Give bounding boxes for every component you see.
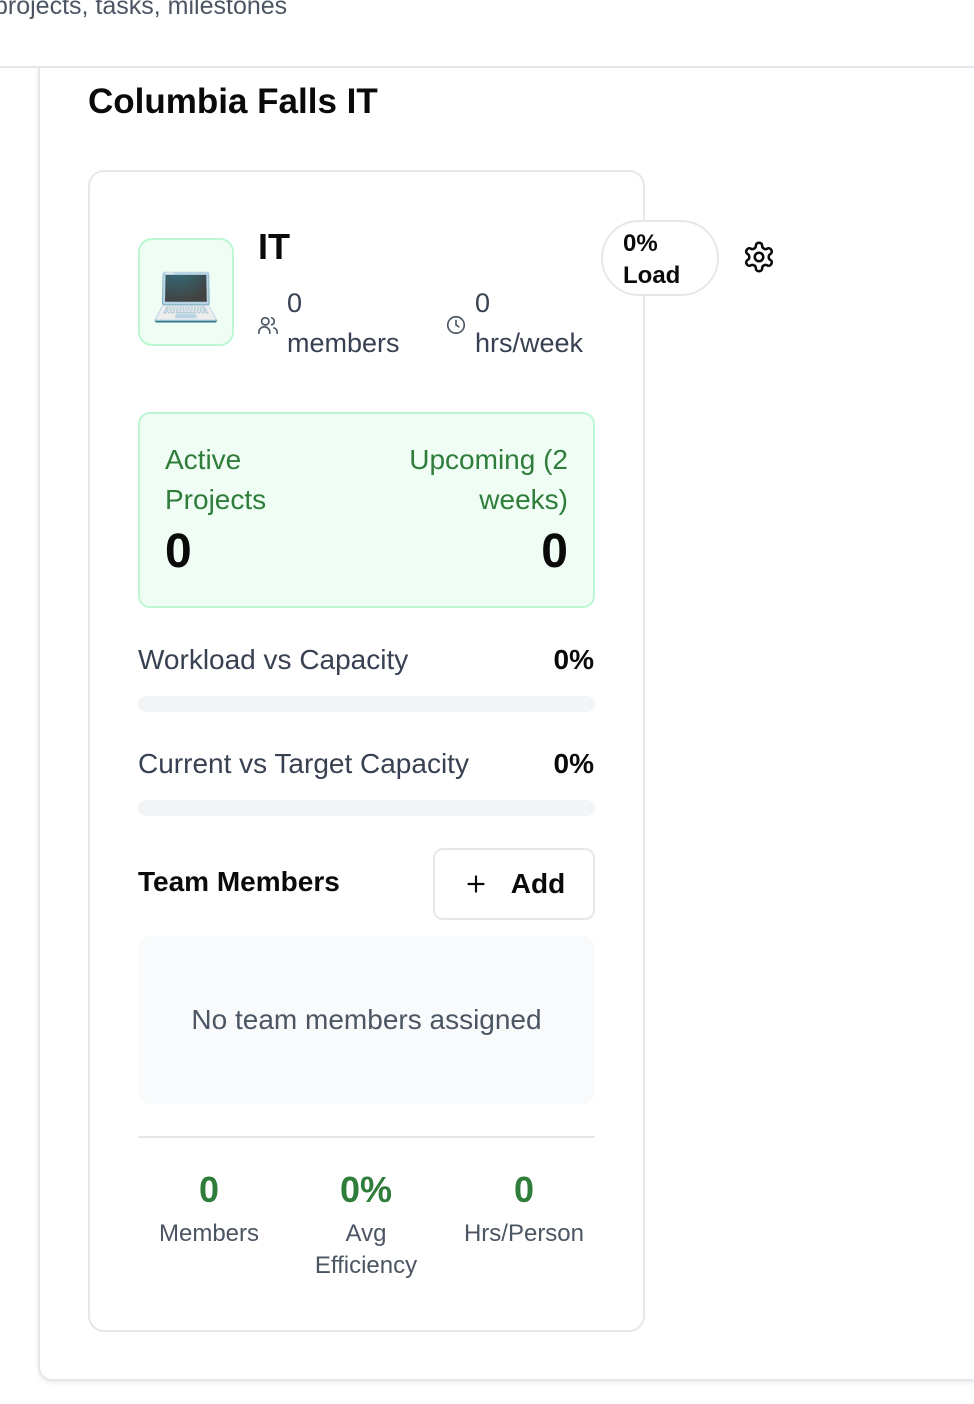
load-badge: 0% Load	[601, 220, 719, 296]
footer-divider	[138, 1136, 595, 1138]
team-members-heading: Team Members	[138, 866, 340, 897]
top-header: projects, tasks, milestones	[0, 0, 974, 68]
workload-value: 0%	[553, 644, 594, 675]
members-unit: members	[287, 328, 400, 358]
workload-progress-bar	[138, 696, 595, 712]
hours-unit: hrs/week	[475, 328, 584, 358]
team-name: IT	[258, 226, 290, 267]
users-icon	[258, 316, 278, 335]
header-subtitle: projects, tasks, milestones	[0, 0, 288, 20]
footer-efficiency-label: Avg Efficiency	[314, 1220, 418, 1279]
load-label: Load	[623, 262, 681, 289]
capacity-label: Current vs Target Capacity	[138, 748, 469, 779]
footer-hrs-label: Hrs/Person	[463, 1220, 585, 1247]
active-projects-value: 0	[165, 525, 192, 578]
clock-icon	[446, 315, 466, 335]
load-value: 0%	[623, 230, 658, 257]
empty-members-state: No team members assigned	[138, 936, 595, 1104]
active-projects-label: Active Projects	[165, 444, 267, 515]
add-member-label: Add	[510, 868, 566, 899]
laptop-icon: 💻	[151, 260, 221, 323]
upcoming-projects-value: 0	[541, 525, 568, 578]
members-count: 0	[287, 288, 303, 318]
empty-members-text: No team members assigned	[191, 1004, 542, 1035]
capacity-value: 0%	[553, 748, 594, 779]
footer-efficiency-stat: 0% Avg Efficiency	[286, 1168, 446, 1282]
upcoming-projects-label: Upcoming (2 weeks)	[409, 444, 568, 515]
footer-hrs-stat: 0 Hrs/Person	[444, 1168, 604, 1250]
gear-icon[interactable]	[742, 240, 776, 274]
footer-members-value: 0	[198, 1169, 220, 1210]
add-member-button[interactable]: Add	[433, 848, 595, 920]
hours-count: 0	[475, 288, 491, 318]
footer-members-stat: 0 Members	[129, 1168, 289, 1250]
project-stats-box: Active Projects 0 Upcoming (2 weeks) 0	[138, 412, 595, 608]
workload-label: Workload vs Capacity	[138, 644, 409, 675]
plus-icon	[467, 875, 485, 893]
capacity-progress-bar	[138, 800, 595, 816]
team-avatar: 💻	[138, 238, 234, 346]
footer-members-label: Members	[158, 1220, 260, 1247]
footer-efficiency-value: 0%	[339, 1169, 393, 1210]
page-title: Columbia Falls IT	[88, 82, 378, 121]
footer-hrs-value: 0	[513, 1169, 535, 1210]
